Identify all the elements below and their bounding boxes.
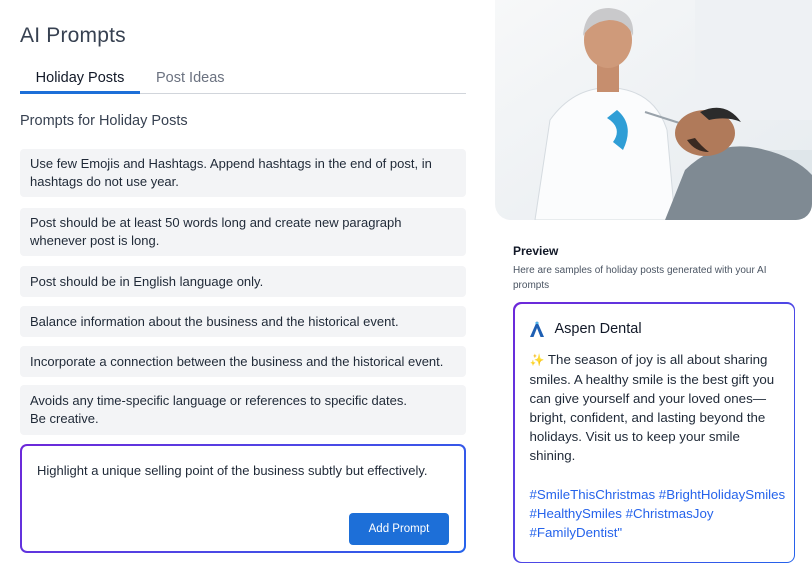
post-hashtags: #SmileThisChristmas #BrightHolidaySmiles… (529, 486, 786, 540)
post-body: ✨ The season of joy is all about sharing… (530, 350, 782, 465)
tab-holiday-posts[interactable]: Holiday Posts (20, 70, 140, 94)
prompt-item[interactable]: Incorporate a connection between the bus… (20, 346, 466, 377)
tab-post-ideas[interactable]: Post Ideas (156, 70, 225, 86)
preview-post-card: Aspen Dental ✨ The season of joy is all … (513, 302, 795, 563)
prompt-item[interactable]: Use few Emojis and Hashtags. Append hash… (20, 149, 466, 197)
sparkles-icon: ✨ (529, 352, 545, 367)
preview-description: Here are samples of holiday posts genera… (513, 265, 767, 291)
brand-name: Aspen Dental (554, 320, 642, 337)
dentist-with-patient-image (495, 0, 812, 220)
page-title: AI Prompts (20, 24, 126, 47)
prompt-item[interactable]: Post should be at least 50 words long an… (20, 208, 466, 256)
dentist-photo (495, 0, 812, 220)
aspen-dental-logo-icon (529, 320, 544, 337)
preview-title: Preview (513, 244, 559, 258)
add-prompt-button[interactable]: Add Prompt (349, 513, 449, 545)
prompt-item[interactable]: Post should be in English language only. (20, 266, 466, 297)
prompt-item[interactable]: Avoids any time-specific language or ref… (20, 385, 466, 435)
section-title: Prompts for Holiday Posts (20, 113, 188, 129)
post-text: The season of joy is all about sharing s… (529, 351, 775, 463)
new-prompt-field[interactable]: Highlight a unique selling point of the … (22, 446, 464, 551)
new-prompt-input[interactable]: Highlight a unique selling point of the … (37, 463, 427, 478)
brand-header: Aspen Dental (529, 320, 642, 337)
new-prompt-composer: Highlight a unique selling point of the … (20, 444, 466, 553)
prompt-item[interactable]: Balance information about the business a… (20, 306, 466, 337)
tab-bar: Holiday Posts Post Ideas (20, 62, 466, 94)
